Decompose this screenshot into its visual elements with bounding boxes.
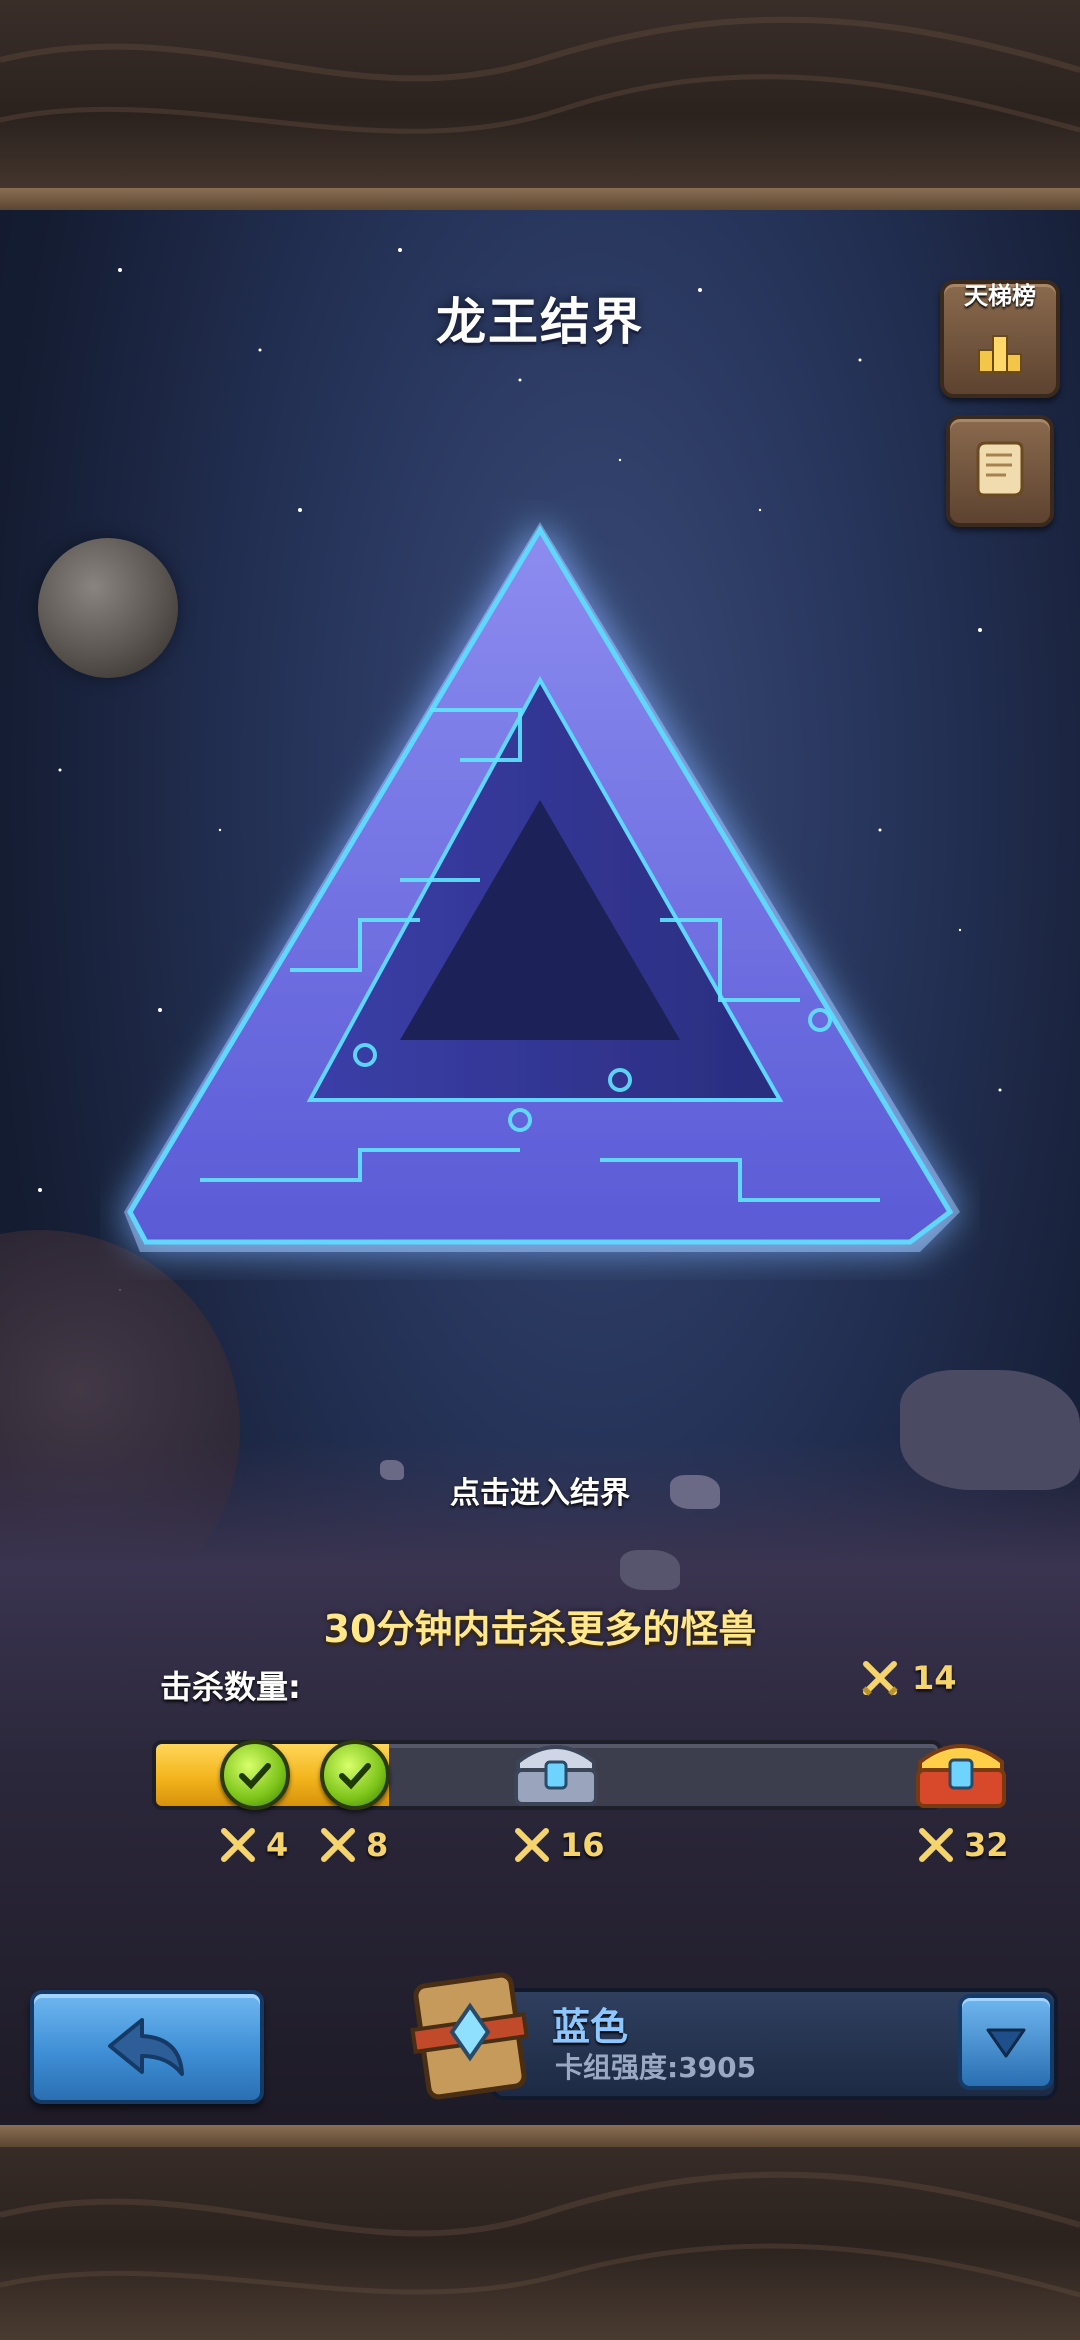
frame-decoration (0, 2171, 1080, 2298)
enter-hint: 点击进入结界 (450, 1476, 630, 1511)
milestone-4-claimed-icon (220, 1740, 290, 1810)
ladder-label: 天梯榜 (964, 282, 1036, 310)
milestone-label: 8 (318, 1823, 388, 1867)
ladder-button[interactable]: 天梯榜 (940, 280, 1060, 398)
crossed-swords-icon (515, 1828, 549, 1862)
current-kill-value: 14 (912, 1659, 957, 1697)
deck-dropdown-button[interactable] (958, 1994, 1054, 2090)
back-button[interactable] (30, 1990, 264, 2104)
frame-decoration (0, 16, 1080, 134)
milestone-value: 16 (560, 1826, 605, 1864)
milestone-label: 4 (218, 1823, 288, 1867)
milestone-value: 4 (266, 1826, 289, 1864)
milestone-value: 8 (366, 1826, 389, 1864)
scroll-icon (976, 441, 1024, 497)
milestone-label: 32 (916, 1823, 1009, 1867)
crossed-swords-icon (321, 1828, 355, 1862)
chevron-down-icon (986, 2028, 1026, 2058)
goal-text: 30分钟内击杀更多的怪兽 (323, 1607, 757, 1651)
bottom-frame (0, 2125, 1080, 2340)
rock (620, 1550, 680, 1590)
deck-name: 蓝色 (552, 2005, 629, 2049)
milestone-value: 32 (964, 1826, 1009, 1864)
top-frame (0, 0, 1080, 210)
silver-chest-icon[interactable] (508, 1732, 604, 1812)
deck-power: 卡组强度:3905 (555, 2051, 757, 2084)
back-arrow-icon (108, 2018, 184, 2076)
deck-book-icon (410, 1972, 529, 2100)
current-kill-count: 14 (860, 1656, 957, 1700)
kill-count-label: 击杀数量: (160, 1668, 301, 1706)
gold-chest-icon[interactable] (910, 1730, 1012, 1814)
crossed-swords-icon (919, 1828, 953, 1862)
crossed-swords-icon (862, 1661, 898, 1696)
crossed-swords-icon (221, 1828, 255, 1862)
milestone-8-claimed-icon (320, 1740, 390, 1810)
page-title: 龙王结界 (436, 293, 644, 351)
milestone-label: 16 (512, 1823, 605, 1867)
podium-icon (978, 335, 1022, 373)
dragon-king-barrier-portal[interactable] (100, 500, 980, 1280)
